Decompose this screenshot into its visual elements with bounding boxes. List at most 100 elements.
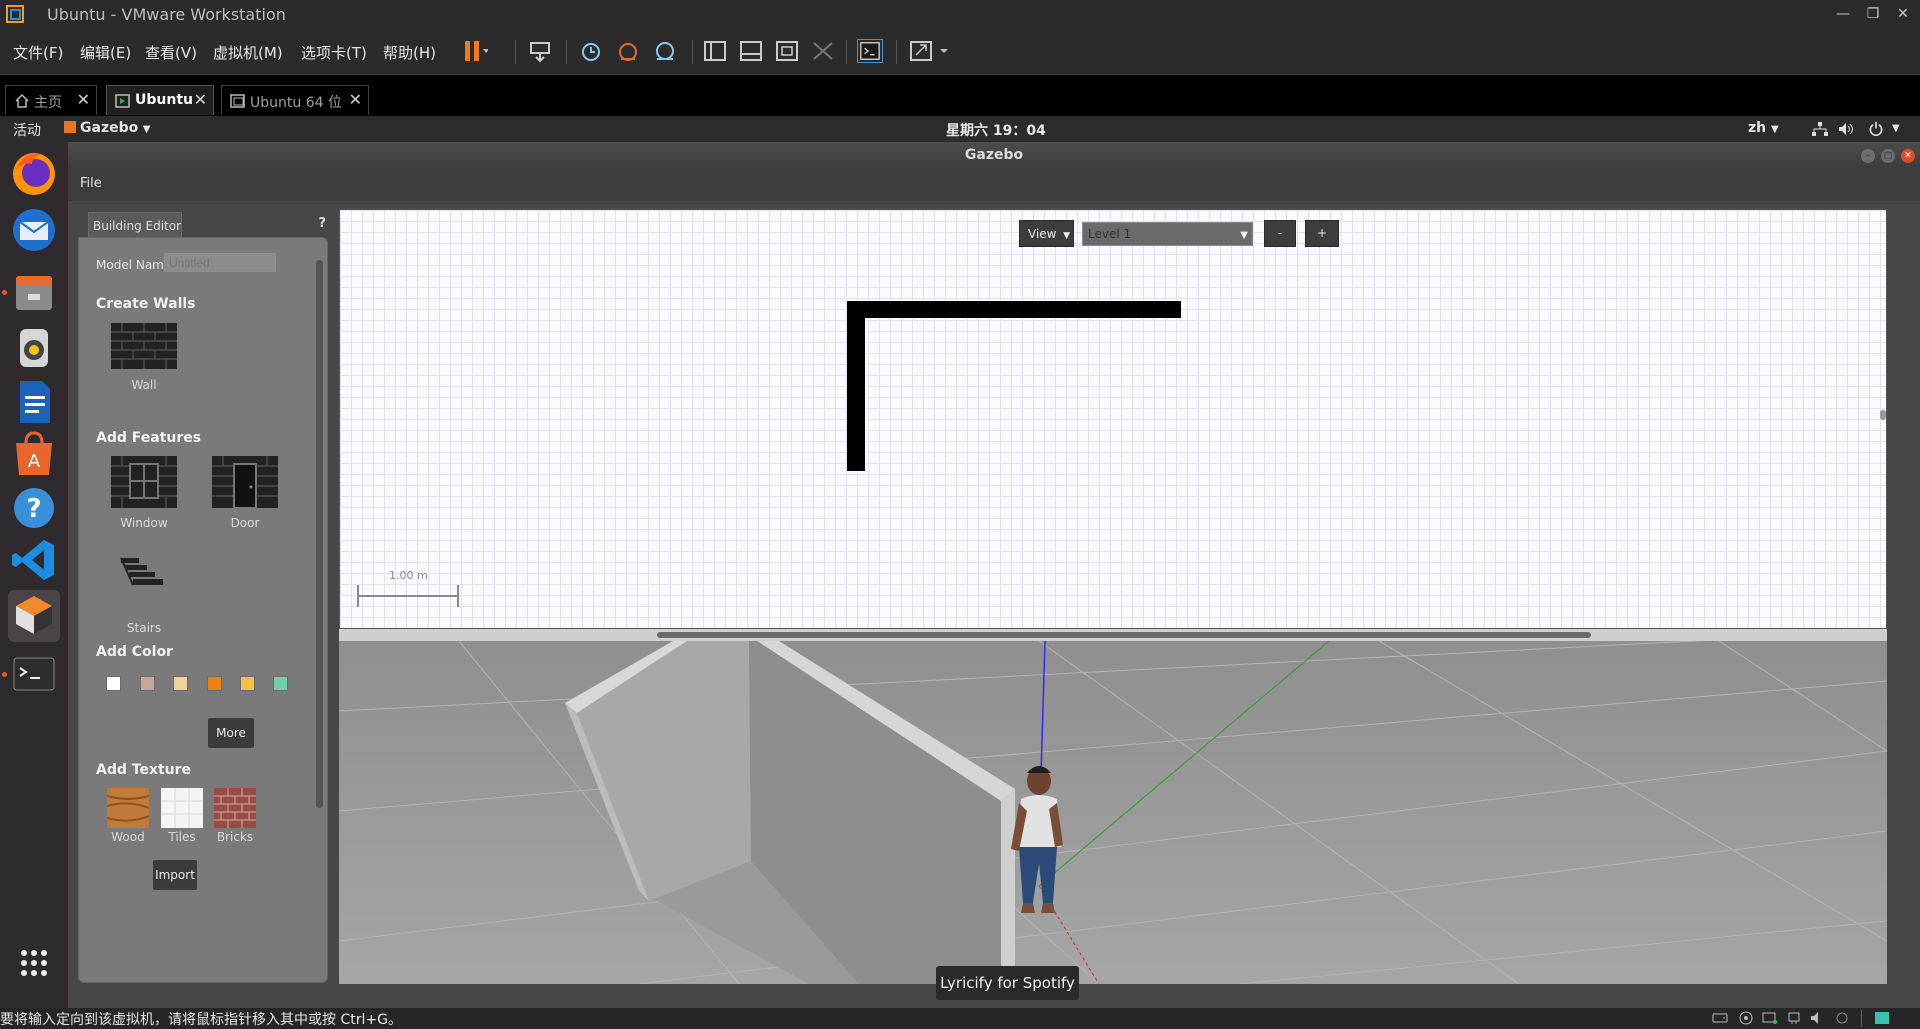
network-adapter-icon[interactable]	[1762, 1011, 1778, 1025]
maximize-icon[interactable]: □	[1881, 149, 1895, 163]
horizontal-scrollbar[interactable]	[657, 632, 1591, 638]
tab-label: Ubuntu 64 位	[250, 95, 342, 111]
menu-help[interactable]: 帮助(H)	[383, 42, 436, 63]
color-swatch-green[interactable]	[273, 676, 288, 691]
thunderbird-icon[interactable]	[8, 204, 60, 256]
add-color-heading: Add Color	[96, 644, 173, 660]
console-view-icon[interactable]	[857, 39, 883, 63]
help-button[interactable]: ?	[318, 216, 326, 231]
tab-ubuntu[interactable]: Ubuntu ✕	[106, 85, 214, 115]
writer-icon[interactable]	[8, 376, 60, 428]
menu-edit[interactable]: 编辑(E)	[80, 42, 131, 63]
close-tab-icon[interactable]: ✕	[194, 90, 207, 109]
tab-building-editor[interactable]: Building Editor	[88, 212, 182, 237]
app-grid-icon[interactable]	[8, 937, 60, 989]
wall-drawing[interactable]	[340, 210, 1887, 629]
editor-2d-canvas[interactable]: View ▼ Level 1 ▼ - + 1.00 m	[339, 209, 1887, 629]
usb-icon[interactable]	[1786, 1011, 1802, 1025]
snapshot-manager-icon[interactable]	[652, 39, 678, 63]
network-icon[interactable]	[1812, 122, 1828, 136]
wall-icon[interactable]	[111, 323, 177, 369]
gazebo-titlebar: Gazebo – □ ✕	[68, 142, 1920, 169]
sound-card-icon[interactable]	[1810, 1011, 1826, 1025]
add-features-heading: Add Features	[96, 430, 202, 446]
color-swatch-beige[interactable]	[173, 676, 188, 691]
minimize-icon[interactable]: —	[1833, 4, 1853, 24]
thumbnail-bar-icon[interactable]	[738, 39, 764, 63]
sidebar-toggle-icon[interactable]	[702, 39, 728, 63]
power-icon[interactable]	[1868, 121, 1884, 136]
vmware-menubar: 文件(F) 编辑(E) 查看(V) 虚拟机(M) 选项卡(T) 帮助(H)	[0, 28, 1920, 74]
pause-icon[interactable]	[462, 39, 488, 63]
gazebo-body: Building Editor ? Model Name: Create Wal…	[68, 201, 1920, 1008]
display-icon[interactable]	[1834, 1011, 1850, 1025]
menu-vm[interactable]: 虚拟机(M)	[213, 42, 283, 63]
menu-tabs[interactable]: 选项卡(T)	[301, 42, 367, 63]
send-ctrl-alt-del-icon[interactable]	[528, 39, 554, 63]
restore-icon[interactable]: ❐	[1863, 4, 1883, 24]
snapshot-icon[interactable]	[578, 39, 604, 63]
color-swatch-tan[interactable]	[140, 676, 155, 691]
message-log-icon[interactable]	[1874, 1011, 1890, 1025]
window-icon[interactable]	[111, 456, 177, 508]
menu-file[interactable]: 文件(F)	[13, 42, 63, 63]
menu-view[interactable]: 查看(V)	[145, 42, 197, 63]
wood-texture-icon[interactable]	[107, 788, 149, 828]
software-icon[interactable]: A	[8, 429, 60, 481]
resize-handle[interactable]	[1880, 410, 1886, 420]
import-button[interactable]: Import	[153, 860, 197, 890]
gazebo-dock-item[interactable]	[8, 590, 60, 642]
close-icon[interactable]: ✕	[1893, 4, 1913, 24]
close-icon[interactable]: ✕	[1901, 149, 1915, 163]
close-tab-icon[interactable]: ✕	[349, 90, 362, 109]
menu-file[interactable]: File	[80, 176, 102, 191]
cd-rom-icon[interactable]	[1738, 1011, 1754, 1025]
clock[interactable]: 星期六 19：04	[946, 120, 1046, 140]
app-menu[interactable]: Gazebo ▼	[64, 120, 150, 136]
help-icon[interactable]: ?	[8, 482, 60, 534]
vscode-icon[interactable]	[8, 534, 60, 586]
tab-home[interactable]: 主页 ✕	[5, 85, 97, 115]
tiles-caption: Tiles	[168, 830, 196, 844]
firefox-icon[interactable]	[8, 148, 60, 200]
gazebo-small-icon	[64, 121, 76, 133]
palette-panel: Model Name: Create Walls Wall Add Featur…	[78, 237, 328, 983]
chevron-down-icon: ▼	[142, 124, 151, 135]
color-swatch-orange[interactable]	[207, 676, 222, 691]
door-icon[interactable]	[212, 456, 278, 508]
files-icon[interactable]	[8, 266, 60, 318]
terminal-icon[interactable]	[8, 648, 60, 700]
hard-disk-icon[interactable]	[1712, 1011, 1728, 1025]
color-swatch-white[interactable]	[106, 676, 121, 691]
model-name-input[interactable]	[164, 253, 276, 272]
tab-ubuntu-64[interactable]: Ubuntu 64 位 ✕	[221, 85, 369, 115]
volume-icon[interactable]	[1838, 122, 1854, 136]
view-3d-scene[interactable]	[339, 641, 1887, 984]
bricks-texture-icon[interactable]	[214, 788, 256, 828]
wall-segment[interactable]	[847, 301, 1181, 318]
toolbar-separator	[515, 40, 516, 64]
view-splitter[interactable]	[339, 629, 1887, 641]
wall-segment[interactable]	[847, 301, 865, 471]
language-indicator[interactable]: zh ▼	[1748, 120, 1779, 136]
ubuntu-topbar: 活动 Gazebo ▼ 星期六 19：04 zh ▼ ▼	[0, 116, 1920, 142]
running-indicator	[2, 672, 7, 677]
tiles-texture-icon[interactable]	[161, 788, 203, 828]
chevron-down-icon[interactable]: ▼	[1892, 123, 1900, 134]
revert-snapshot-icon[interactable]	[615, 39, 641, 63]
color-swatch-yellow[interactable]	[240, 676, 255, 691]
wood-caption: Wood	[111, 830, 145, 844]
stretch-guest-icon[interactable]	[908, 39, 954, 63]
color-swatches	[106, 676, 288, 692]
full-screen-icon[interactable]	[774, 39, 800, 63]
building-editor-palette: Building Editor ? Model Name: Create Wal…	[78, 208, 328, 984]
rhythmbox-icon[interactable]	[8, 322, 60, 374]
stairs-icon[interactable]	[119, 556, 167, 590]
more-colors-button[interactable]: More	[208, 718, 254, 748]
unity-mode-icon[interactable]	[810, 39, 836, 63]
close-tab-icon[interactable]: ✕	[77, 90, 90, 109]
activities-button[interactable]: 活动	[13, 120, 41, 140]
minimize-icon[interactable]: –	[1861, 149, 1875, 163]
scene-render[interactable]	[339, 641, 1887, 984]
palette-scrollbar[interactable]	[316, 260, 323, 808]
